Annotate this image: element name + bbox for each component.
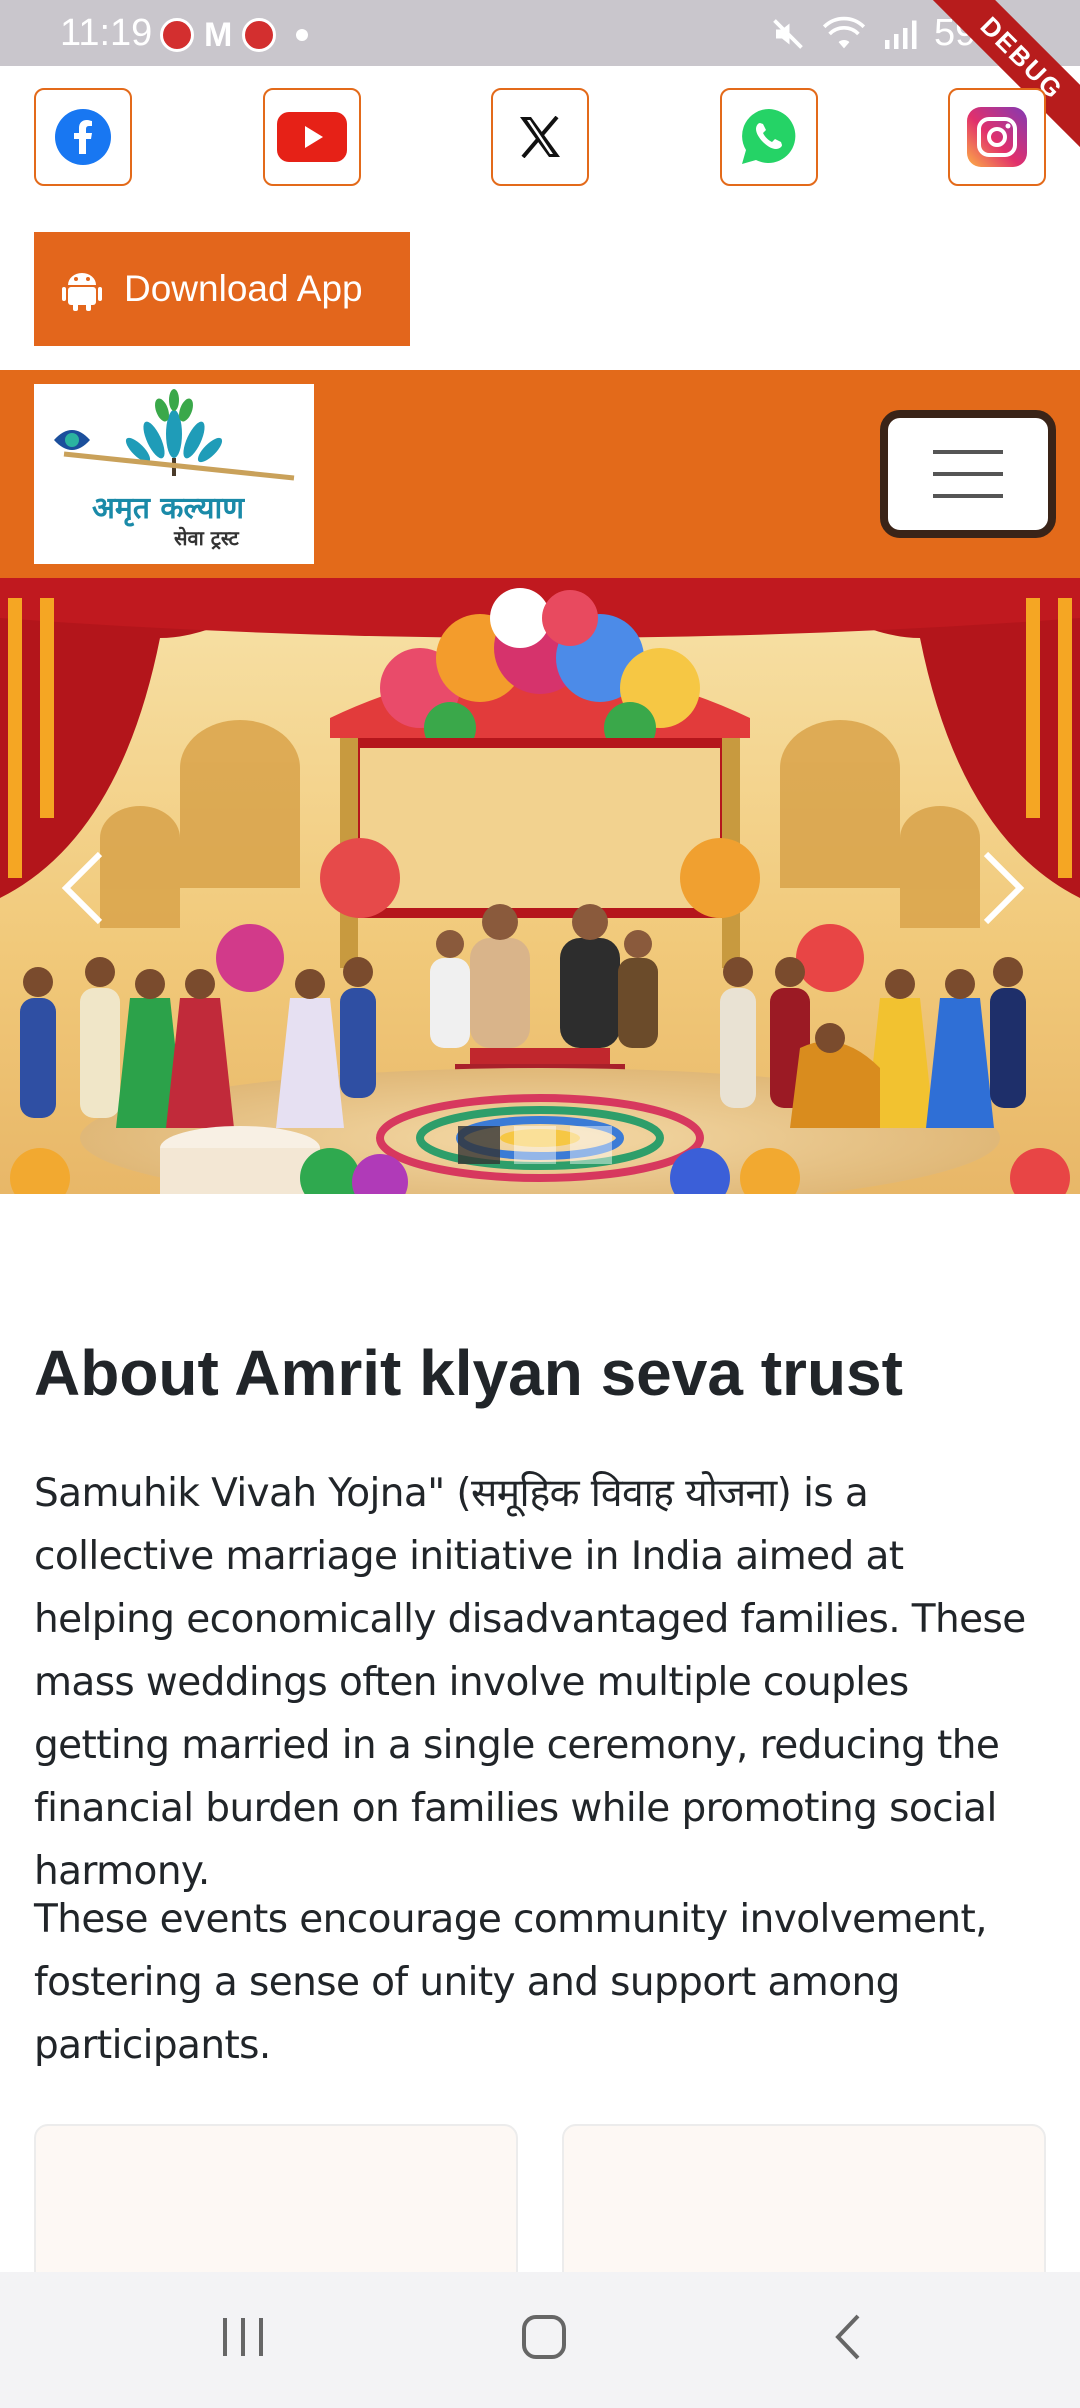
carousel-prev-icon[interactable]	[56, 848, 116, 928]
more-notifications-dot-icon	[296, 29, 309, 41]
carousel-indicators	[458, 1126, 612, 1164]
about-paragraph-1: Samuhik Vivah Yojna" (समूहिक विवाह योजना…	[34, 1471, 1026, 1894]
x-link[interactable]	[491, 88, 589, 186]
facebook-link[interactable]	[34, 88, 132, 186]
hamburger-icon	[933, 450, 1003, 454]
navbar: अमृत कल्याण सेवा ट्रस्ट	[0, 370, 1080, 578]
app-notification-icon	[242, 18, 277, 52]
recent-apps-icon[interactable]	[220, 2312, 266, 2362]
whatsapp-icon	[741, 109, 795, 164]
youtube-link[interactable]	[262, 88, 361, 186]
carousel-indicator-3[interactable]	[570, 1126, 612, 1164]
social-links	[34, 88, 1046, 188]
about-paragraph-2: These events encourage community involve…	[34, 1897, 988, 2068]
notification-icons: M	[160, 16, 309, 54]
hamburger-line	[933, 472, 1003, 476]
signal-icon	[884, 20, 917, 49]
mute-icon	[773, 18, 803, 49]
x-icon	[520, 116, 560, 158]
home-icon[interactable]	[520, 2312, 568, 2362]
back-icon[interactable]	[830, 2312, 866, 2362]
android-icon	[62, 273, 102, 311]
status-bar: 11:19 M 59% DEBUG	[0, 0, 1080, 159]
app-notification-icon	[160, 18, 194, 52]
wifi-icon	[822, 16, 866, 48]
instagram-link[interactable]	[948, 88, 1046, 186]
instagram-icon	[967, 107, 1027, 167]
system-navigation-bar	[0, 2272, 1080, 2408]
gmail-icon: M	[204, 16, 233, 54]
download-app-button[interactable]: Download App	[34, 232, 410, 346]
wedding-ceremony-image	[0, 578, 1080, 1194]
whatsapp-link[interactable]	[719, 88, 818, 186]
logo-subtitle: सेवा ट्रस्ट	[174, 526, 239, 550]
logo-tree-icon	[54, 389, 295, 481]
hero-carousel[interactable]	[0, 578, 1080, 1194]
download-app-label: Download App	[124, 268, 363, 309]
site-logo[interactable]: अमृत कल्याण सेवा ट्रस्ट	[34, 384, 314, 564]
status-time: 11:19	[60, 12, 153, 54]
about-title: About Amrit klyan seva trust	[34, 1337, 903, 1409]
carousel-indicator-2[interactable]	[514, 1126, 556, 1164]
youtube-icon	[276, 112, 347, 162]
menu-toggle-button[interactable]	[880, 410, 1056, 538]
carousel-next-icon[interactable]	[970, 848, 1030, 928]
facebook-icon	[55, 109, 111, 165]
hamburger-line	[933, 494, 1003, 498]
logo-title: अमृत कल्याण	[92, 491, 245, 526]
carousel-indicator-1[interactable]	[458, 1126, 500, 1164]
